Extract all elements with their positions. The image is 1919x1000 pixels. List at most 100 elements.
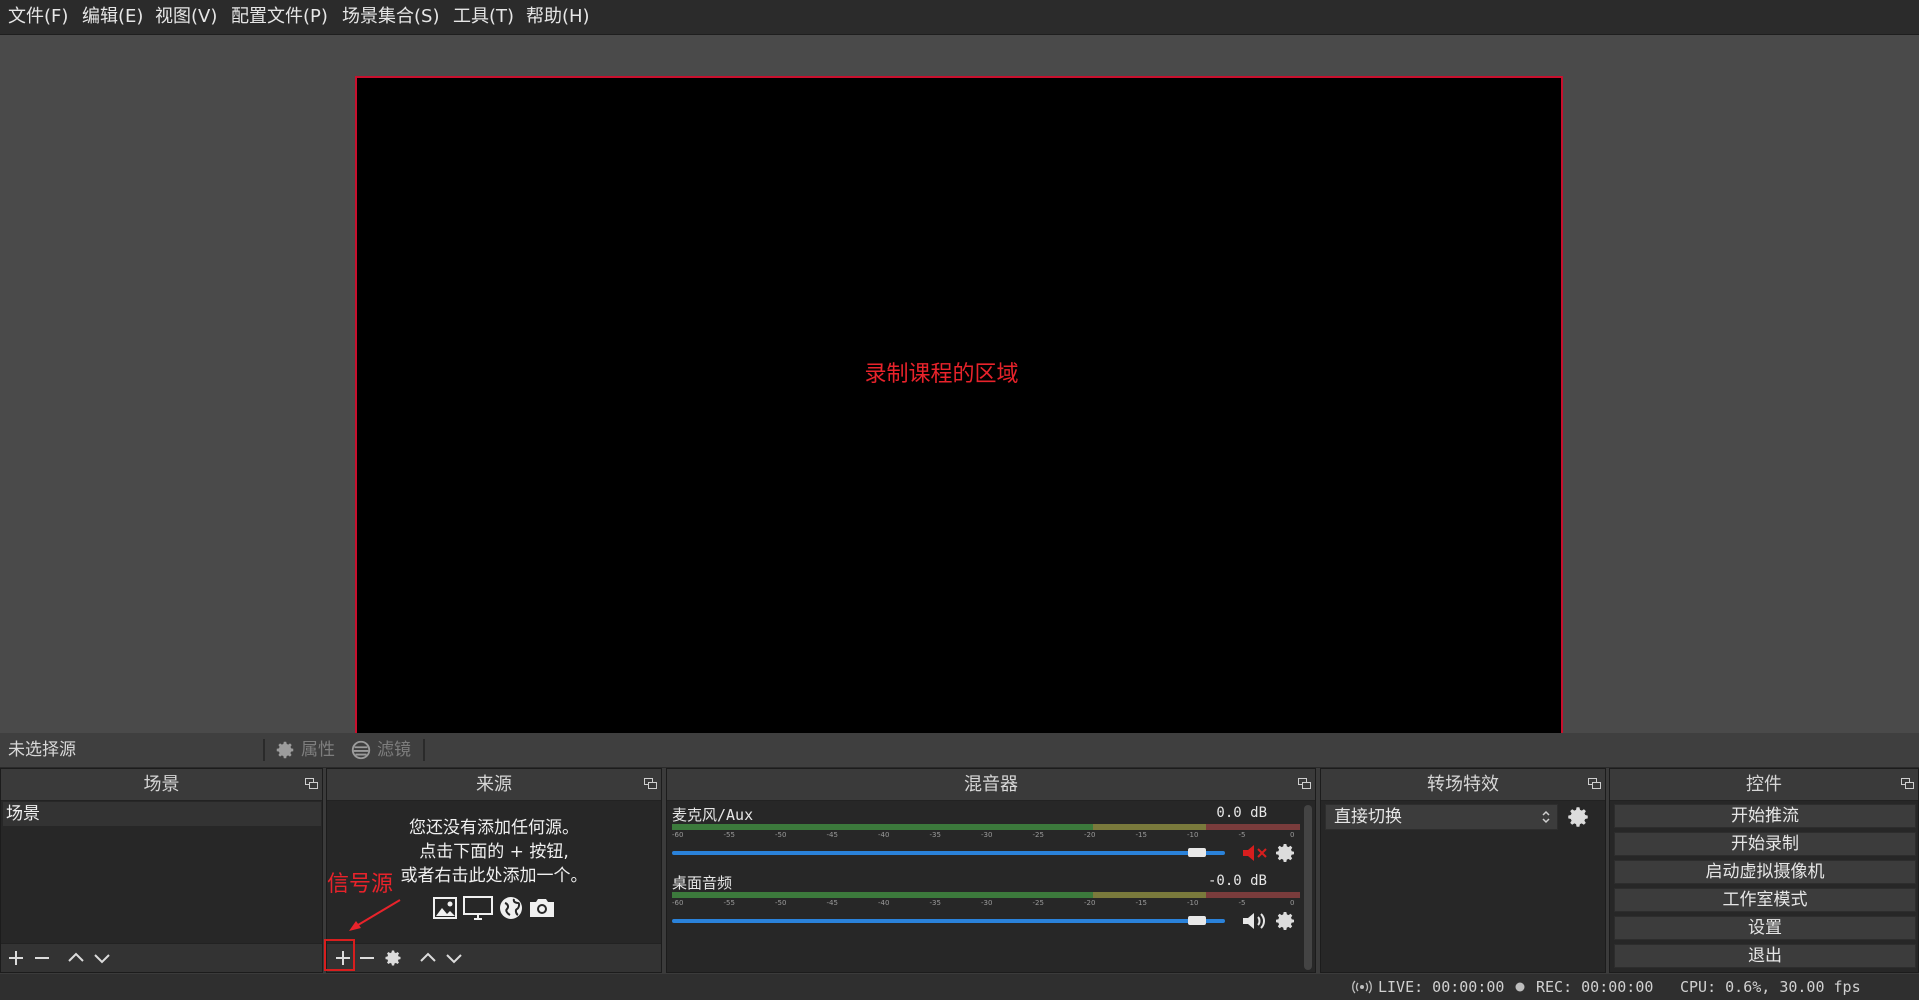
scale-tick-label: -10 bbox=[1187, 831, 1199, 839]
chevron-down-icon[interactable] bbox=[92, 948, 112, 968]
remove-icon[interactable] bbox=[357, 948, 377, 968]
toolbar-separator bbox=[263, 739, 265, 761]
menu-profile[interactable]: 配置文件(P) bbox=[231, 0, 328, 34]
start-virtual-camera-button[interactable]: 启动虚拟摄像机 bbox=[1614, 860, 1916, 884]
properties-button[interactable]: 属性 bbox=[274, 733, 335, 767]
add-icon[interactable] bbox=[6, 948, 26, 968]
chevron-down-icon[interactable] bbox=[444, 948, 464, 968]
scenes-dock-header: 场景 bbox=[1, 769, 322, 801]
undock-icon[interactable] bbox=[1588, 778, 1601, 789]
scale-tick-label: -60 bbox=[672, 831, 684, 839]
preview-annotation: 录制课程的区域 bbox=[864, 362, 1019, 387]
updown-arrow-icon bbox=[1542, 810, 1550, 824]
transitions-title: 转场特效 bbox=[1427, 774, 1499, 795]
transitions-dock-header: 转场特效 bbox=[1321, 769, 1605, 801]
volume-fader[interactable] bbox=[672, 919, 1225, 923]
filters-label: 滤镜 bbox=[377, 740, 411, 760]
scale-tick-label: -10 bbox=[1187, 899, 1199, 907]
gear-icon[interactable] bbox=[383, 948, 403, 968]
mixer-scrollbar[interactable] bbox=[1304, 805, 1312, 970]
menu-scene-collection[interactable]: 场景集合(S) bbox=[342, 0, 439, 34]
controls-dock-header: 控件 bbox=[1610, 769, 1918, 801]
start-streaming-button[interactable]: 开始推流 bbox=[1614, 804, 1916, 828]
filters-button[interactable]: 滤镜 bbox=[350, 733, 411, 767]
status-bar: LIVE: 00:00:00 REC: 00:00:00 CPU: 0.6%, … bbox=[0, 974, 1919, 1000]
scale-tick-label: -45 bbox=[826, 899, 838, 907]
volume-meter bbox=[672, 824, 1300, 830]
gear-icon[interactable] bbox=[1273, 909, 1297, 933]
rec-time: REC: 00:00:00 bbox=[1536, 978, 1654, 996]
preview-canvas[interactable]: 录制课程的区域 bbox=[355, 76, 1563, 757]
studio-mode-button[interactable]: 工作室模式 bbox=[1614, 888, 1916, 912]
meter-scale: -60 -55 -50 -45 -40 -35 -30 -25 -20 -15 -10 -5 0 bbox=[672, 899, 1300, 909]
scale-tick-label: -15 bbox=[1135, 899, 1147, 907]
preview-area: 录制课程的区域 bbox=[0, 35, 1919, 757]
scale-tick-label: -5 bbox=[1238, 831, 1246, 839]
menu-view[interactable]: 视图(V) bbox=[155, 0, 217, 34]
channel-name: 麦克风/Aux bbox=[672, 806, 754, 824]
menu-bar: 文件(F) 编辑(E) 视图(V) 配置文件(P) 场景集合(S) 工具(T) … bbox=[0, 0, 1919, 35]
speaker-muted-icon[interactable] bbox=[1241, 842, 1269, 864]
scale-tick-label: -25 bbox=[1032, 831, 1044, 839]
menu-help[interactable]: 帮助(H) bbox=[526, 0, 590, 34]
scale-tick-label: -25 bbox=[1032, 899, 1044, 907]
fader-knob[interactable] bbox=[1188, 916, 1207, 925]
gear-icon[interactable] bbox=[1565, 804, 1591, 830]
menu-tools[interactable]: 工具(T) bbox=[453, 0, 514, 34]
controls-dock: 控件 开始推流 开始录制 启动虚拟摄像机 工作室模式 设置 退出 bbox=[1609, 768, 1919, 973]
fader-knob[interactable] bbox=[1188, 848, 1207, 857]
empty-line: 您还没有添加任何源。 bbox=[409, 818, 579, 838]
chevron-up-icon[interactable] bbox=[66, 948, 86, 968]
mixer-dock: 混音器 麦克风/Aux 0.0 dB -60 -55 -50 -45 -40 -35 -30… bbox=[666, 768, 1316, 973]
speaker-icon[interactable] bbox=[1241, 910, 1269, 932]
scenes-footer bbox=[1, 943, 322, 972]
menu-edit[interactable]: 编辑(E) bbox=[82, 0, 143, 34]
monitor-icon bbox=[463, 896, 493, 920]
scale-tick-label: -55 bbox=[723, 831, 735, 839]
chevron-up-icon[interactable] bbox=[418, 948, 438, 968]
scale-tick-label: -60 bbox=[672, 899, 684, 907]
toolbar-separator bbox=[423, 739, 425, 761]
channel-db: -0.0 dB bbox=[1207, 873, 1267, 889]
mixer-dock-header: 混音器 bbox=[667, 769, 1315, 801]
source-toolbar: 未选择源 属性 滤镜 bbox=[0, 733, 1919, 768]
broadcast-icon bbox=[1352, 980, 1372, 994]
scale-tick-label: -20 bbox=[1084, 899, 1096, 907]
sources-title: 来源 bbox=[476, 774, 512, 795]
sources-dock-header: 来源 bbox=[327, 769, 661, 801]
globe-icon bbox=[500, 897, 522, 919]
scale-tick-label: -35 bbox=[929, 831, 941, 839]
channel-db: 0.0 dB bbox=[1216, 805, 1267, 821]
scale-tick-label: 0 bbox=[1290, 831, 1295, 839]
start-recording-button[interactable]: 开始录制 bbox=[1614, 832, 1916, 856]
scale-tick-label: -15 bbox=[1135, 831, 1147, 839]
transitions-dock: 转场特效 直接切换 bbox=[1320, 768, 1606, 973]
gear-icon[interactable] bbox=[1273, 841, 1297, 865]
properties-label: 属性 bbox=[301, 740, 335, 760]
undock-icon[interactable] bbox=[644, 778, 657, 789]
scene-name: 场景 bbox=[6, 804, 40, 824]
settings-button[interactable]: 设置 bbox=[1614, 916, 1916, 940]
add-source-highlight bbox=[324, 939, 355, 971]
undock-icon[interactable] bbox=[305, 778, 318, 789]
scale-tick-label: -50 bbox=[775, 899, 787, 907]
volume-fader[interactable] bbox=[672, 851, 1225, 855]
menu-file[interactable]: 文件(F) bbox=[8, 0, 68, 34]
scale-tick-label: -55 bbox=[723, 899, 735, 907]
transition-select[interactable]: 直接切换 bbox=[1325, 804, 1558, 830]
exit-button[interactable]: 退出 bbox=[1614, 944, 1916, 968]
remove-icon[interactable] bbox=[32, 948, 52, 968]
meter-scale: -60 -55 -50 -45 -40 -35 -30 -25 -20 -15 -10 -5 0 bbox=[672, 831, 1300, 841]
live-time: LIVE: 00:00:00 bbox=[1378, 978, 1505, 996]
scene-list-item[interactable]: 场景 bbox=[3, 802, 321, 826]
undock-icon[interactable] bbox=[1901, 778, 1914, 789]
sources-footer bbox=[327, 943, 661, 972]
no-source-label: 未选择源 bbox=[8, 740, 76, 760]
gear-icon bbox=[276, 741, 294, 759]
image-icon bbox=[433, 897, 457, 919]
undock-icon[interactable] bbox=[1298, 778, 1311, 789]
scale-tick-label: -40 bbox=[878, 831, 890, 839]
scale-tick-label: -5 bbox=[1238, 899, 1246, 907]
transition-selected: 直接切换 bbox=[1334, 807, 1402, 827]
scale-tick-label: -30 bbox=[981, 831, 993, 839]
